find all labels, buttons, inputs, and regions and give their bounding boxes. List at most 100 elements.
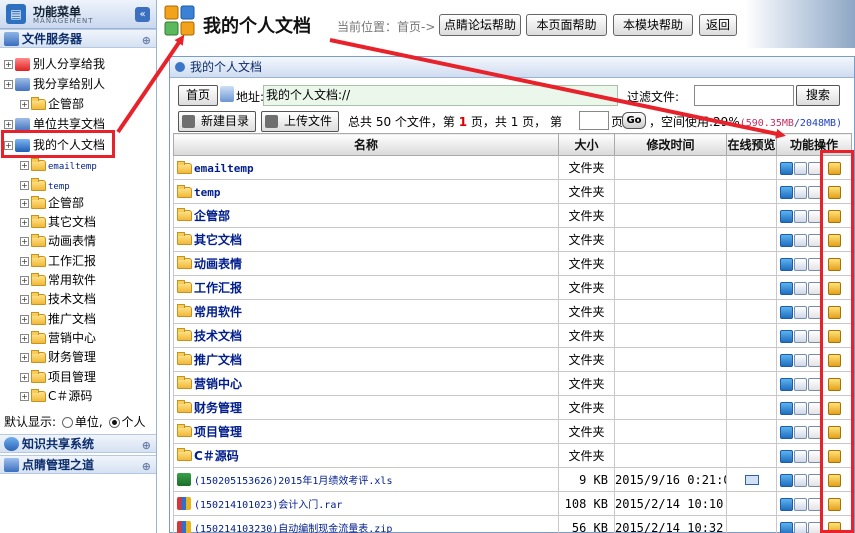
tree-item[interactable]: + 常用软件 (20, 271, 96, 289)
table-row[interactable]: 营销中心 文件夹 (173, 371, 852, 396)
table-row[interactable]: 常用软件 文件夹 (173, 299, 852, 324)
folder-name-cell[interactable]: C＃源码 (173, 443, 559, 468)
rename-icon[interactable] (794, 521, 807, 533)
rename-icon[interactable] (794, 305, 807, 319)
address-input[interactable]: 我的个人文档:// (263, 85, 618, 106)
folder-name-cell[interactable]: emailtemp (173, 155, 559, 180)
expand-icon[interactable]: + (4, 60, 13, 69)
section-checkpoint[interactable]: 点睛管理之道 ⊕ (0, 455, 156, 474)
download-icon[interactable] (780, 425, 793, 439)
tree-item[interactable]: + 企管部 (20, 95, 84, 113)
table-row[interactable]: temp 文件夹 (173, 179, 852, 204)
tree-item[interactable]: + 推广文档 (20, 310, 96, 328)
rename-icon[interactable] (794, 497, 807, 511)
expand-icon[interactable]: + (20, 100, 29, 109)
page-number-input[interactable] (579, 111, 609, 130)
rename-icon[interactable] (794, 449, 807, 463)
file-name-cell[interactable]: (150214103230)自动编制现金流量表.zip (173, 515, 559, 533)
table-row[interactable]: emailtemp 文件夹 (173, 155, 852, 180)
section-knowledge[interactable]: 知识共享系统 ⊕ (0, 434, 156, 453)
file-name-cell[interactable]: (150205153626)2015年1月绩效考评.xls (173, 467, 559, 492)
table-row[interactable]: 技术文档 文件夹 (173, 323, 852, 348)
expand-icon[interactable]: + (20, 237, 29, 246)
download-icon[interactable] (780, 185, 793, 199)
folder-name-cell[interactable]: 技术文档 (173, 323, 559, 348)
section-knowledge-toggle-icon[interactable]: ⊕ (142, 437, 151, 455)
table-row[interactable]: C＃源码 文件夹 (173, 443, 852, 468)
rename-icon[interactable] (794, 425, 807, 439)
download-icon[interactable] (780, 281, 793, 295)
folder-name[interactable]: 项目管理 (194, 425, 242, 439)
expand-icon[interactable]: + (20, 161, 29, 170)
download-icon[interactable] (780, 305, 793, 319)
folder-name-cell[interactable]: 推广文档 (173, 347, 559, 372)
tree-item[interactable]: + 其它文档 (20, 213, 96, 231)
folder-name[interactable]: 工作汇报 (194, 281, 242, 295)
folder-name-cell[interactable]: 动画表情 (173, 251, 559, 276)
section-file-server[interactable]: 文件服务器 ⊕ (0, 29, 156, 48)
tree-item[interactable]: + 企管部 (20, 194, 84, 212)
folder-name[interactable]: C＃源码 (194, 449, 239, 463)
expand-icon[interactable]: + (20, 334, 29, 343)
rename-icon[interactable] (794, 209, 807, 223)
file-name[interactable]: (150214103230)自动编制现金流量表.zip (194, 524, 392, 533)
file-name[interactable]: (150214101023)会计入门.rar (194, 500, 342, 511)
table-row[interactable]: 企管部 文件夹 (173, 203, 852, 228)
tree-item[interactable]: + 别人分享给我 (4, 55, 105, 73)
radio-unit[interactable] (61, 417, 73, 428)
tree-item[interactable]: + 动画表情 (20, 232, 96, 250)
table-row[interactable]: (150214103230)自动编制现金流量表.zip 56 KB 2015/2/1… (173, 515, 852, 533)
folder-name[interactable]: emailtemp (194, 162, 254, 175)
back-button[interactable]: 返回 (699, 14, 737, 36)
download-icon[interactable] (780, 521, 793, 533)
rename-icon[interactable] (794, 353, 807, 367)
folder-name-cell[interactable]: temp (173, 179, 559, 204)
rename-icon[interactable] (794, 161, 807, 175)
tree-item[interactable]: + 项目管理 (20, 368, 96, 386)
filter-input[interactable] (694, 85, 794, 106)
col-name-header[interactable]: 名称 (173, 133, 559, 156)
folder-name[interactable]: 其它文档 (194, 233, 242, 247)
new-directory-button[interactable]: 新建目录 (178, 111, 256, 132)
rename-icon[interactable] (794, 377, 807, 391)
download-icon[interactable] (780, 473, 793, 487)
folder-name[interactable]: 企管部 (194, 209, 230, 223)
radio-personal[interactable] (108, 417, 120, 428)
download-icon[interactable] (780, 233, 793, 247)
download-icon[interactable] (780, 401, 793, 415)
folder-name-cell[interactable]: 项目管理 (173, 419, 559, 444)
expand-icon[interactable]: + (4, 120, 13, 129)
home-button[interactable]: 首页 (178, 85, 218, 106)
col-time-header[interactable]: 修改时间 (614, 133, 727, 156)
expand-icon[interactable]: + (20, 373, 29, 382)
expand-icon[interactable]: + (20, 276, 29, 285)
folder-name[interactable]: 技术文档 (194, 329, 242, 343)
tree-item[interactable]: + C＃源码 (20, 387, 92, 405)
folder-name[interactable]: temp (194, 186, 221, 199)
section-toggle-icon[interactable]: ⊕ (142, 32, 151, 50)
table-row[interactable]: 财务管理 文件夹 (173, 395, 852, 420)
download-icon[interactable] (780, 161, 793, 175)
file-name[interactable]: (150205153626)2015年1月绩效考评.xls (194, 476, 392, 487)
expand-icon[interactable]: + (20, 315, 29, 324)
table-row[interactable]: 其它文档 文件夹 (173, 227, 852, 252)
table-row[interactable]: 项目管理 文件夹 (173, 419, 852, 444)
download-icon[interactable] (780, 449, 793, 463)
folder-name-cell[interactable]: 常用软件 (173, 299, 559, 324)
folder-name[interactable]: 推广文档 (194, 353, 242, 367)
table-row[interactable]: 动画表情 文件夹 (173, 251, 852, 276)
rename-icon[interactable] (794, 233, 807, 247)
tree-item[interactable]: + emailtemp (20, 156, 97, 174)
expand-icon[interactable]: + (20, 257, 29, 266)
tree-item[interactable]: + 技术文档 (20, 290, 96, 308)
rename-icon[interactable] (794, 281, 807, 295)
search-button[interactable]: 搜索 (796, 85, 840, 106)
rename-icon[interactable] (794, 401, 807, 415)
folder-name[interactable]: 财务管理 (194, 401, 242, 415)
tree-item[interactable]: + 营销中心 (20, 329, 96, 347)
rename-icon[interactable] (794, 329, 807, 343)
table-row[interactable]: 工作汇报 文件夹 (173, 275, 852, 300)
collapse-sidebar-icon[interactable]: « (135, 7, 150, 22)
folder-name-cell[interactable]: 其它文档 (173, 227, 559, 252)
folder-name[interactable]: 动画表情 (194, 257, 242, 271)
